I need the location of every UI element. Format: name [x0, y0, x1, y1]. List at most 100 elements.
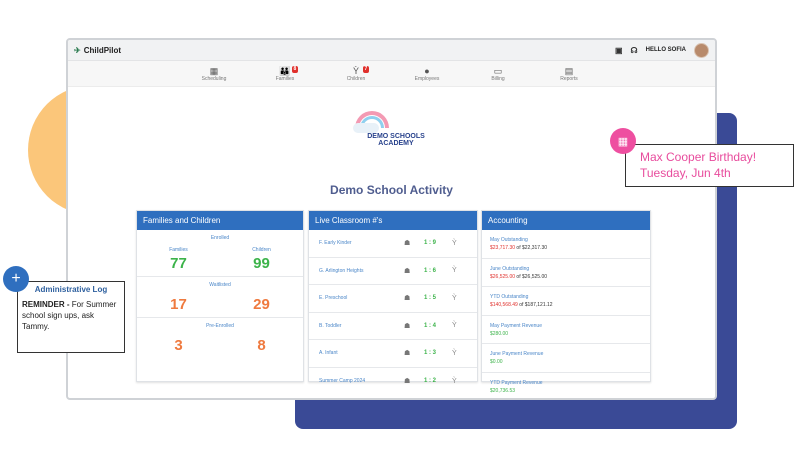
classroom-row[interactable]: F. Early Kinder ☗ 1 : 9 Ỳ — [309, 230, 477, 258]
nav-item-billing[interactable]: ▭ Billing — [463, 61, 534, 86]
child-icon: Ỳ — [452, 239, 457, 247]
nav-item-employees[interactable]: ● Employees — [392, 61, 463, 86]
school-name-line2: ACADEMY — [378, 140, 414, 147]
classroom-name: E. Preschool — [319, 295, 348, 302]
waitlisted-section: Waitlisted 17 29 — [137, 277, 303, 318]
child-icon: Ỳ — [452, 349, 457, 357]
classroom-name: Summer Camp 2024 — [319, 378, 366, 385]
pre-enrolled-families-count[interactable]: 3 — [174, 337, 182, 354]
section-label: Pre-Enrolled — [206, 323, 234, 329]
classroom-ratio: 1 : 5 — [424, 295, 437, 302]
calendar-icon: ▦ — [209, 65, 219, 76]
panel-title: Live Classroom #'s — [309, 211, 477, 230]
cloud-graphic — [353, 123, 379, 133]
childpilot-logo-icon: ✈ — [74, 45, 81, 55]
admin-log-callout: Administrative Log REMINDER - For Summer… — [17, 281, 125, 353]
families-count-badge: 8 — [291, 66, 299, 73]
page-title: Demo School Activity — [330, 183, 453, 197]
nav-item-families[interactable]: 👪 Families 8 — [250, 61, 321, 86]
panel-title: Families and Children — [137, 211, 303, 230]
enrolled-children-count[interactable]: 99 — [253, 255, 270, 272]
child-icon: Ỳ — [452, 322, 457, 330]
accounting-label: May Outstanding — [490, 237, 528, 243]
birthday-date: Tuesday, Jun 4th — [640, 166, 731, 180]
waitlisted-counts: 17 29 — [137, 296, 303, 313]
user-area: ▣ ☊ HELLO SOFIA — [615, 42, 709, 58]
child-icon: Ỳ — [352, 65, 359, 76]
accounting-row[interactable]: May Payment Revenue $280.00 — [482, 316, 650, 344]
total-amount: of $187,121.12 — [517, 302, 553, 308]
nav-label: Employees — [414, 75, 440, 82]
billing-icon: ▭ — [493, 65, 503, 76]
enrolled-counts: 77 99 — [137, 255, 303, 272]
accounting-panel: Accounting May Outstanding $23,717.30 of… — [481, 210, 651, 394]
app-name: ChildPilot — [83, 45, 122, 55]
classroom-name: F. Early Kinder — [319, 240, 352, 247]
teacher-icon: ☗ — [404, 350, 411, 358]
reports-icon: ▤ — [564, 65, 574, 76]
classroom-ratio: 1 : 4 — [424, 322, 437, 329]
revenue-amount: $280.00 — [490, 330, 509, 337]
help-icon[interactable]: ▣ — [615, 46, 623, 55]
greeting-text: HELLO SOFIA — [645, 47, 686, 53]
school-logo: DEMO SCHOOLS ACADEMY — [353, 111, 435, 153]
classroom-name: G. Arlington Heights — [319, 267, 364, 274]
accounting-label: YTD Payment Revenue — [490, 379, 543, 386]
classroom-row[interactable]: E. Preschool ☗ 1 : 5 Ỳ — [309, 285, 477, 313]
avatar[interactable] — [694, 42, 709, 58]
teacher-icon: ☗ — [404, 322, 411, 330]
classroom-row[interactable]: B. Toddler ☗ 1 : 4 Ỳ — [309, 313, 477, 340]
calendar-icon: ▦ — [610, 128, 636, 154]
accounting-value: $140,568.49 of $187,121.12 — [490, 301, 650, 309]
accounting-row[interactable]: YTD Payment Revenue $20,736.53 — [482, 373, 650, 399]
classroom-row[interactable]: A. Infant ☗ 1 : 3 Ỳ — [309, 340, 477, 368]
app-logo[interactable]: ✈ ChildPilot — [74, 46, 121, 55]
accounting-row[interactable]: June Payment Revenue $0.00 — [482, 344, 650, 373]
section-label: Enrolled — [210, 235, 230, 241]
birthday-title: Max Cooper Birthday! — [640, 150, 757, 164]
revenue-amount: $0.00 — [490, 359, 503, 365]
headset-icon[interactable]: ☊ — [631, 46, 638, 55]
classroom-ratio: 1 : 2 — [424, 378, 437, 385]
accounting-row[interactable]: May Outstanding $23,717.30 of $22,317.30 — [482, 230, 650, 259]
nav-item-scheduling[interactable]: ▦ Scheduling — [179, 61, 250, 86]
accounting-row[interactable]: YTD Outstanding $140,568.49 of $187,121.… — [482, 287, 650, 316]
waitlisted-families-count[interactable]: 17 — [170, 296, 187, 313]
classroom-row[interactable]: G. Arlington Heights ☗ 1 : 6 Ỳ — [309, 258, 477, 285]
outstanding-amount: $140,568.49 — [490, 302, 518, 308]
accounting-row[interactable]: June Outstanding $26,525.00 of $26,525.0… — [482, 259, 650, 287]
plus-icon[interactable]: + — [3, 266, 29, 292]
reminder-prefix: REMINDER - — [22, 300, 70, 309]
classroom-ratio: 1 : 9 — [424, 240, 437, 247]
section-label: Waitlisted — [209, 282, 231, 288]
teacher-icon: ☗ — [404, 295, 411, 303]
accounting-label: June Payment Revenue — [490, 351, 544, 357]
app-window: ✈ ChildPilot ▣ ☊ HELLO SOFIA ▦ Schedulin… — [66, 38, 717, 400]
revenue-amount: $20,736.53 — [490, 387, 516, 394]
admin-log-title: Administrative Log — [34, 285, 108, 294]
outstanding-amount: $23,717.30 — [490, 245, 516, 251]
column-labels: Families Children — [137, 247, 303, 253]
nav-label: Children — [346, 75, 366, 82]
nav-item-reports[interactable]: ▤ Reports — [534, 61, 605, 86]
accounting-label: June Outstanding — [490, 265, 530, 272]
total-amount: of $22,317.30 — [515, 245, 548, 251]
child-icon: Ỳ — [452, 377, 457, 385]
birthday-callout: Max Cooper Birthday! Tuesday, Jun 4th — [625, 144, 794, 187]
admin-log-body: REMINDER - For Summer school sign ups, a… — [22, 299, 120, 332]
classroom-row[interactable]: Summer Camp 2024 ☗ 1 : 2 Ỳ — [309, 368, 477, 396]
pre-enrolled-children-count[interactable]: 8 — [257, 337, 265, 354]
enrolled-families-count[interactable]: 77 — [170, 255, 187, 272]
nav-label: Families — [275, 75, 295, 82]
accounting-label: May Payment Revenue — [490, 322, 542, 329]
children-count-badge: 7 — [362, 66, 370, 73]
nav-item-children[interactable]: Ỳ Children 7 — [321, 61, 392, 86]
families-label: Families — [169, 247, 188, 253]
outstanding-amount: $26,525.00 — [490, 273, 516, 280]
accounting-label: YTD Outstanding — [490, 294, 529, 300]
classroom-ratio: 1 : 3 — [424, 350, 437, 357]
waitlisted-children-count[interactable]: 29 — [253, 296, 270, 313]
classroom-ratio: 1 : 6 — [424, 267, 437, 274]
school-name: DEMO SCHOOLS ACADEMY — [357, 133, 435, 147]
panel-title: Accounting — [482, 211, 650, 230]
